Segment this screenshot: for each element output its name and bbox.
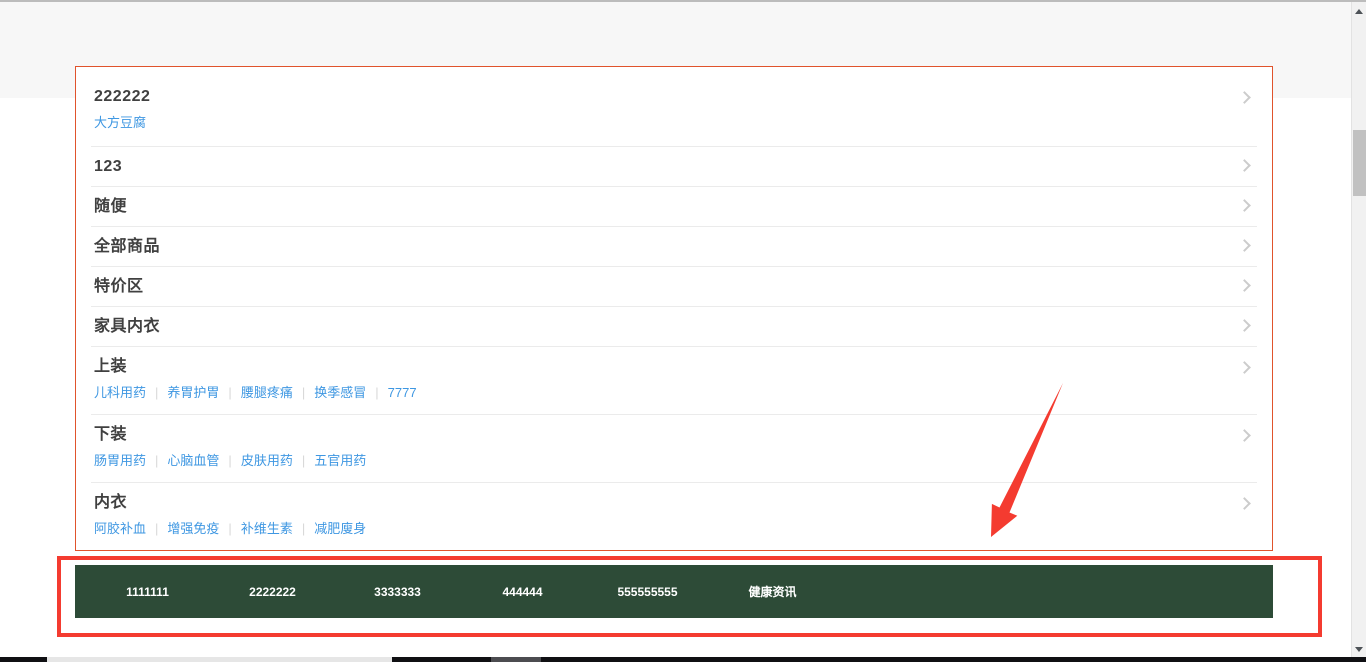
subcategory-link[interactable]: 皮肤用药	[241, 453, 293, 468]
category-row: 家具内衣	[91, 307, 1257, 347]
bottom-edge-segment	[0, 657, 47, 662]
subcategory-links: 肠胃用药 | 心脑血管 | 皮肤用药 | 五官用药	[94, 452, 1222, 470]
footer-nav-item[interactable]: 1111111	[85, 585, 210, 599]
category-row-content: 特价区	[94, 277, 144, 297]
category-title[interactable]: 123	[94, 157, 122, 177]
category-title[interactable]: 家具内衣	[94, 317, 160, 337]
category-title[interactable]: 上装	[94, 357, 1222, 377]
chevron-right-icon[interactable]	[1238, 199, 1251, 212]
category-row: 全部商品	[91, 227, 1257, 267]
category-row-content: 内衣阿胶补血 | 增强免疫 | 补维生素 | 减肥廋身	[94, 493, 1222, 538]
category-title[interactable]: 随便	[94, 197, 127, 217]
bottom-edge-segment	[491, 657, 541, 662]
subcategory-link[interactable]: 增强免疫	[167, 521, 219, 536]
footer-nav-bar: 111111122222223333333444444555555555健康资讯	[75, 565, 1273, 618]
link-separator: |	[228, 385, 231, 400]
subcategory-link[interactable]: 大方豆腐	[94, 115, 146, 130]
subcategory-link[interactable]: 减肥廋身	[314, 521, 366, 536]
chevron-right-icon[interactable]	[1238, 279, 1251, 292]
subcategory-link[interactable]: 五官用药	[314, 453, 366, 468]
subcategory-link[interactable]: 心脑血管	[167, 453, 219, 468]
category-title[interactable]: 222222	[94, 87, 1222, 107]
chevron-right-icon[interactable]	[1238, 497, 1251, 510]
subcategory-links: 阿胶补血 | 增强免疫 | 补维生素 | 减肥廋身	[94, 520, 1222, 538]
vertical-scrollbar[interactable]	[1351, 2, 1366, 662]
footer-nav-item[interactable]: 2222222	[210, 585, 335, 599]
chevron-right-icon[interactable]	[1238, 361, 1251, 374]
category-title[interactable]: 内衣	[94, 493, 1222, 513]
subcategory-link[interactable]: 7777	[388, 385, 417, 400]
link-separator: |	[302, 385, 305, 400]
bottom-edge-segment	[47, 657, 392, 662]
subcategory-link[interactable]: 肠胃用药	[94, 453, 146, 468]
chevron-right-icon[interactable]	[1238, 429, 1251, 442]
subcategory-link[interactable]: 养胃护胃	[167, 385, 219, 400]
category-row-content: 下装肠胃用药 | 心脑血管 | 皮肤用药 | 五官用药	[94, 425, 1222, 470]
link-separator: |	[302, 521, 305, 536]
subcategory-links: 儿科用药 | 养胃护胃 | 腰腿疼痛 | 换季感冒 | 7777	[94, 384, 1222, 402]
chevron-right-icon[interactable]	[1238, 319, 1251, 332]
subcategory-link[interactable]: 阿胶补血	[94, 521, 146, 536]
category-row: 123	[91, 147, 1257, 187]
page-top-border	[0, 0, 1366, 2]
category-title[interactable]: 全部商品	[94, 237, 160, 257]
category-row-content: 123	[94, 157, 122, 177]
link-separator: |	[155, 521, 158, 536]
category-row: 222222 大方豆腐	[91, 67, 1257, 147]
link-separator: |	[228, 521, 231, 536]
link-separator: |	[155, 453, 158, 468]
link-separator: |	[228, 453, 231, 468]
category-row-content: 家具内衣	[94, 317, 160, 337]
category-row: 随便	[91, 187, 1257, 227]
link-separator: |	[375, 385, 378, 400]
chevron-right-icon[interactable]	[1238, 239, 1251, 252]
category-row: 上装儿科用药 | 养胃护胃 | 腰腿疼痛 | 换季感冒 | 7777	[91, 347, 1257, 415]
link-separator: |	[302, 453, 305, 468]
category-title[interactable]: 下装	[94, 425, 1222, 445]
link-separator: |	[155, 385, 158, 400]
footer-nav-item[interactable]: 健康资讯	[710, 583, 835, 600]
category-row-content: 随便	[94, 197, 127, 217]
subcategory-link[interactable]: 补维生素	[241, 521, 293, 536]
chevron-right-icon[interactable]	[1238, 91, 1251, 104]
subcategory-link[interactable]: 腰腿疼痛	[241, 385, 293, 400]
subcategory-links: 大方豆腐	[94, 114, 1222, 132]
footer-nav-item[interactable]: 555555555	[585, 585, 710, 599]
category-row: 下装肠胃用药 | 心脑血管 | 皮肤用药 | 五官用药	[91, 415, 1257, 483]
footer-nav-item[interactable]: 444444	[460, 585, 585, 599]
footer-nav-item[interactable]: 3333333	[335, 585, 460, 599]
category-row: 内衣阿胶补血 | 增强免疫 | 补维生素 | 减肥廋身	[91, 483, 1257, 550]
category-row-content: 上装儿科用药 | 养胃护胃 | 腰腿疼痛 | 换季感冒 | 7777	[94, 357, 1222, 402]
category-row-content: 全部商品	[94, 237, 160, 257]
product-category-panel: 222222 大方豆腐 123 随便全部商品特价区家具内衣上装儿科用药 | 养胃护胃 | 腰腿…	[75, 66, 1273, 551]
category-title[interactable]: 特价区	[94, 277, 144, 297]
category-row: 特价区	[91, 267, 1257, 307]
subcategory-link[interactable]: 换季感冒	[314, 385, 366, 400]
category-row-content: 222222 大方豆腐	[94, 87, 1222, 132]
subcategory-link[interactable]: 儿科用药	[94, 385, 146, 400]
scroll-up-icon[interactable]	[1355, 9, 1363, 14]
page: 222222 大方豆腐 123 随便全部商品特价区家具内衣上装儿科用药 | 养胃护胃 | 腰腿…	[0, 0, 1366, 662]
scrollbar-thumb[interactable]	[1353, 130, 1366, 196]
scroll-down-icon[interactable]	[1355, 647, 1363, 652]
chevron-right-icon[interactable]	[1238, 159, 1251, 172]
